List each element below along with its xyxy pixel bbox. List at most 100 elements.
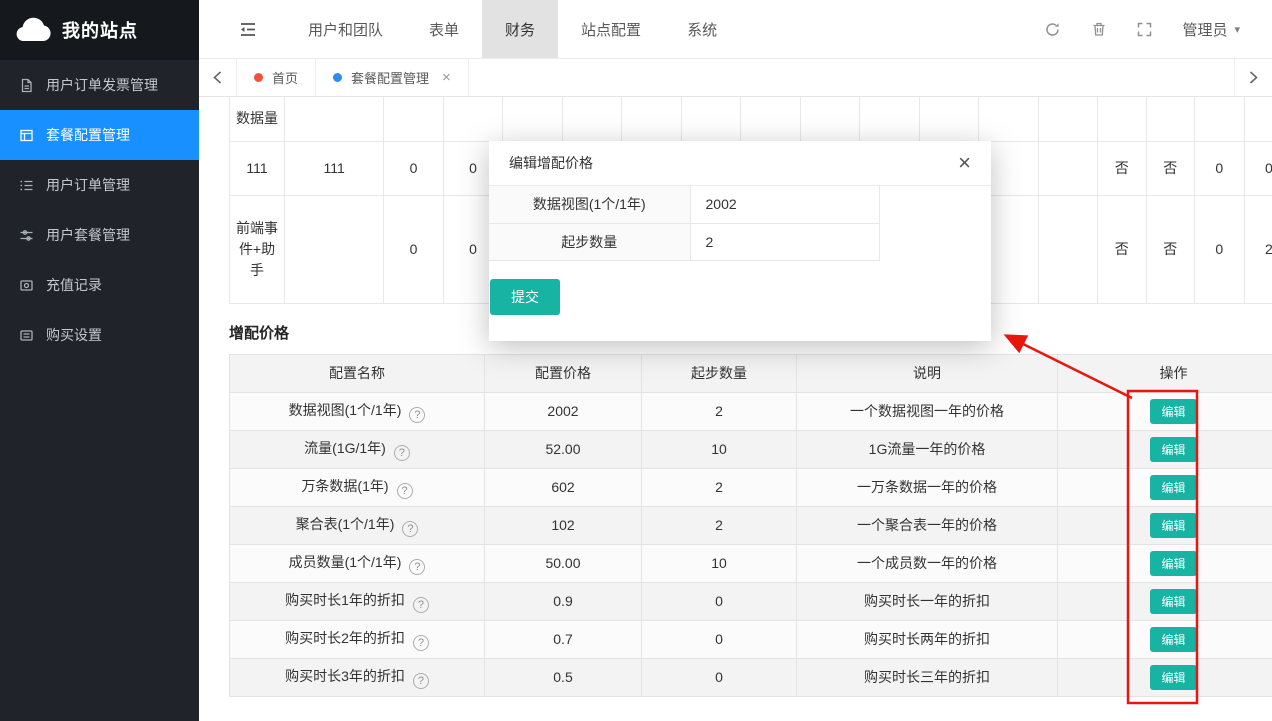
action-cell: 编辑: [1058, 620, 1272, 658]
user-menu[interactable]: 管理员 ▾: [1182, 19, 1240, 40]
trash-icon[interactable]: [1091, 21, 1107, 37]
main-content: 数据量 111 111 0 0 否 否 0 0 0 0 前端事件+助手: [199, 97, 1272, 721]
recharge-record-icon: [18, 278, 34, 293]
fullscreen-icon[interactable]: [1137, 22, 1152, 37]
cell: [1038, 97, 1097, 141]
nav-item-users-teams[interactable]: 用户和团队: [285, 0, 406, 58]
close-icon[interactable]: ×: [958, 152, 971, 174]
close-icon[interactable]: ×: [442, 69, 451, 86]
sidebar-item-user-packages[interactable]: 用户套餐管理: [0, 210, 199, 260]
tab-package-config[interactable]: 套餐配置管理 ×: [316, 59, 469, 96]
edit-button[interactable]: 编辑: [1150, 437, 1196, 462]
edit-button[interactable]: 编辑: [1150, 627, 1196, 652]
cell: [285, 195, 384, 303]
table-row: 聚合表(1个/1年)? 102 2 一个聚合表一年的价格 编辑: [230, 506, 1272, 544]
nav-item-finance[interactable]: 财务: [482, 0, 558, 58]
help-icon[interactable]: ?: [409, 407, 425, 423]
config-name: 聚合表(1个/1年): [296, 516, 395, 532]
start-qty-cell: 10: [642, 544, 797, 582]
cell: [1244, 97, 1272, 141]
submit-button[interactable]: 提交: [490, 279, 560, 315]
start-qty-cell: 2: [642, 392, 797, 430]
sidebar-item-package-config[interactable]: 套餐配置管理: [0, 110, 199, 160]
modal-form: 数据视图(1个/1年) 2002 起步数量 2: [489, 186, 880, 261]
top-nav-menu: 用户和团队 表单 财务 站点配置 系统: [285, 0, 740, 58]
sidebar-item-label: 套餐配置管理: [46, 125, 130, 145]
cell: 0: [1194, 141, 1244, 195]
config-price-cell: 0.7: [485, 620, 642, 658]
config-name: 购买时长1年的折扣: [285, 592, 405, 608]
sidebar-item-invoice-management[interactable]: 用户订单发票管理: [0, 60, 199, 110]
config-name: 万条数据(1年): [301, 478, 388, 494]
app-root: 我的站点 用户订单发票管理 套餐配置管理 用户订单管理 用户套餐管理 充值记录: [0, 0, 1272, 721]
sidebar: 我的站点 用户订单发票管理 套餐配置管理 用户订单管理 用户套餐管理 充值记录: [0, 0, 199, 721]
config-name: 购买时长3年的折扣: [285, 668, 405, 684]
edit-button[interactable]: 编辑: [1150, 589, 1196, 614]
column-header: 配置名称: [230, 354, 485, 392]
nav-item-forms[interactable]: 表单: [406, 0, 482, 58]
start-qty-cell: 10: [642, 430, 797, 468]
sidebar-item-label: 充值记录: [46, 275, 102, 295]
nav-item-system[interactable]: 系统: [664, 0, 740, 58]
purchase-settings-icon: [18, 328, 34, 343]
edit-button[interactable]: 编辑: [1150, 665, 1196, 690]
edit-button[interactable]: 编辑: [1150, 551, 1196, 576]
table-row: 购买时长3年的折扣? 0.5 0 购买时长三年的折扣 编辑: [230, 658, 1272, 696]
description-cell: 一个聚合表一年的价格: [797, 506, 1058, 544]
sidebar-item-recharge-records[interactable]: 充值记录: [0, 260, 199, 310]
tab-home[interactable]: 首页: [237, 59, 316, 96]
invoice-icon: [18, 78, 34, 93]
cell: [800, 97, 859, 141]
cell: 前端事件+助手: [230, 195, 285, 303]
help-icon[interactable]: ?: [413, 597, 429, 613]
tab-dot-icon: [254, 73, 263, 82]
cell: [384, 97, 443, 141]
sliders-icon: [18, 228, 34, 243]
cell: [860, 97, 919, 141]
help-icon[interactable]: ?: [402, 521, 418, 537]
order-list-icon: [18, 178, 34, 193]
description-cell: 一个数据视图一年的价格: [797, 392, 1058, 430]
edit-button[interactable]: 编辑: [1150, 475, 1196, 500]
description-cell: 购买时长两年的折扣: [797, 620, 1058, 658]
caret-down-icon: ▾: [1234, 23, 1240, 36]
cell: [285, 97, 384, 141]
field-value-input[interactable]: 2002: [690, 186, 879, 223]
tabs-scroll-right[interactable]: [1234, 59, 1272, 96]
table-row: 数据视图(1个/1年)? 2002 2 一个数据视图一年的价格 编辑: [230, 392, 1272, 430]
cell: [1038, 141, 1097, 195]
help-icon[interactable]: ?: [397, 483, 413, 499]
field-label: 起步数量: [489, 223, 690, 260]
help-icon[interactable]: ?: [394, 445, 410, 461]
cloud-logo-icon: [14, 17, 52, 44]
top-navbar: 用户和团队 表单 财务 站点配置 系统 管理员 ▾: [199, 0, 1272, 59]
sidebar-item-purchase-settings[interactable]: 购买设置: [0, 310, 199, 360]
column-header: 配置价格: [485, 354, 642, 392]
config-name-cell: 购买时长1年的折扣?: [230, 582, 485, 620]
description-cell: 购买时长三年的折扣: [797, 658, 1058, 696]
sidebar-toggle-icon[interactable]: [199, 0, 285, 58]
help-icon[interactable]: ?: [413, 673, 429, 689]
field-value-input[interactable]: 2: [690, 223, 879, 260]
nav-item-site-config[interactable]: 站点配置: [558, 0, 664, 58]
config-price-cell: 602: [485, 468, 642, 506]
logo: 我的站点: [0, 0, 199, 60]
help-icon[interactable]: ?: [409, 559, 425, 575]
tabs-scroll-left[interactable]: [199, 59, 237, 96]
edit-button[interactable]: 编辑: [1150, 399, 1196, 424]
column-header: 说明: [797, 354, 1058, 392]
column-header: 起步数量: [642, 354, 797, 392]
config-name: 流量(1G/1年): [304, 440, 386, 456]
config-price-cell: 2002: [485, 392, 642, 430]
refresh-icon[interactable]: [1044, 21, 1061, 38]
column-header: 操作: [1058, 354, 1272, 392]
edit-button[interactable]: 编辑: [1150, 513, 1196, 538]
sidebar-item-user-orders[interactable]: 用户订单管理: [0, 160, 199, 210]
config-price-cell: 102: [485, 506, 642, 544]
config-name-cell: 数据视图(1个/1年)?: [230, 392, 485, 430]
config-price-cell: 0.9: [485, 582, 642, 620]
help-icon[interactable]: ?: [413, 635, 429, 651]
description-cell: 购买时长一年的折扣: [797, 582, 1058, 620]
cell: [919, 97, 978, 141]
start-qty-cell: 0: [642, 582, 797, 620]
